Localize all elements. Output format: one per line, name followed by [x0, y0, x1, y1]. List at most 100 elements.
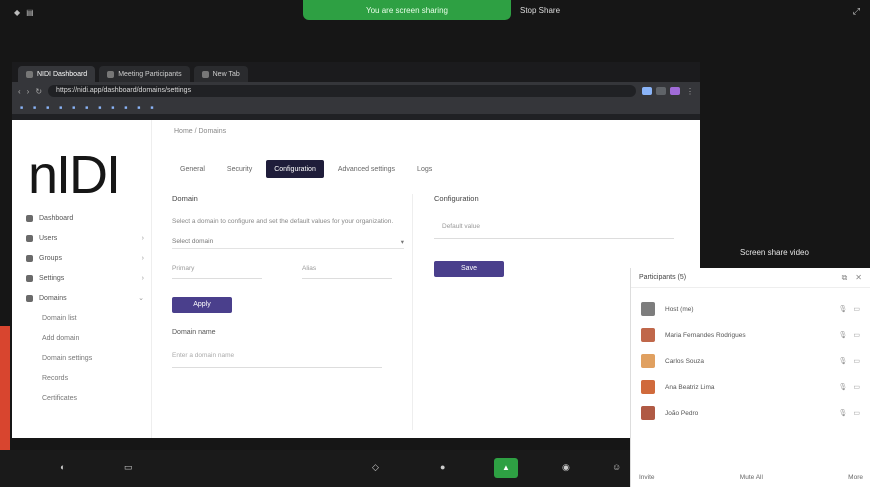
close-icon[interactable]: ✕ — [855, 273, 862, 283]
shield-icon[interactable]: ◆ — [14, 8, 20, 17]
sidebar-subitem[interactable]: Certificates — [26, 388, 144, 408]
list-item[interactable]: Maria Fernandes Rodrigues 🎙 ▭ — [631, 322, 870, 348]
sidebar-item-groups[interactable]: Groups › — [26, 248, 144, 268]
sidebar-item-users[interactable]: Users › — [26, 228, 144, 248]
camera-icon[interactable]: ▭ — [853, 357, 860, 365]
record-icon[interactable]: ◉ — [562, 462, 570, 473]
tab-security[interactable]: Security — [219, 160, 260, 178]
primary-field[interactable]: Primary — [172, 265, 262, 279]
browser-tab-label: New Tab — [212, 70, 240, 78]
extensions-area — [642, 87, 680, 95]
participant-name: Ana Beatriz Lima — [665, 383, 715, 391]
meeting-screen: ◆ ▤ You are screen sharing Stop Share ⤢ … — [0, 0, 870, 487]
browser-tab[interactable]: Meeting Participants — [99, 66, 190, 82]
bookmark-item[interactable] — [150, 104, 153, 111]
browser-tab-label: NIDI Dashboard — [37, 70, 88, 78]
avatar — [641, 328, 655, 342]
sidebar-item-settings[interactable]: Settings › — [26, 268, 144, 288]
stop-share-button[interactable]: Stop Share — [520, 6, 560, 15]
bookmark-item[interactable] — [124, 104, 127, 111]
list-item[interactable]: Carlos Souza 🎙 ▭ — [631, 348, 870, 374]
forward-icon[interactable]: › — [27, 87, 30, 96]
participants-panel: Participants (5) ⧉ ✕ Host (me) 🎙 ▭ Maria F… — [630, 268, 870, 487]
breadcrumb[interactable]: Home / Domains — [174, 128, 226, 135]
sidebar-subitem[interactable]: Domain list — [26, 308, 144, 328]
avatar — [641, 406, 655, 420]
apply-button[interactable]: Apply — [172, 297, 232, 313]
bookmark-item[interactable] — [85, 104, 88, 111]
bookmark-item[interactable] — [72, 104, 75, 111]
tab-logs[interactable]: Logs — [409, 160, 440, 178]
list-item[interactable]: Host (me) 🎙 ▭ — [631, 296, 870, 322]
view-icon[interactable]: ▤ — [26, 8, 34, 17]
sidebar-item-domains[interactable]: Domains ⌄ — [26, 288, 144, 308]
security-icon[interactable]: ◇ — [372, 462, 379, 473]
browser-tab[interactable]: NIDI Dashboard — [18, 66, 96, 82]
tab-general[interactable]: General — [172, 160, 213, 178]
participants-icon[interactable]: ● — [440, 462, 445, 472]
tab-advanced-settings[interactable]: Advanced settings — [330, 160, 403, 178]
bookmark-item[interactable] — [111, 104, 114, 111]
domain-select[interactable]: Select domain ▾ — [172, 235, 404, 249]
tab-configuration[interactable]: Configuration — [266, 160, 324, 178]
sidebar-item-label: Users — [39, 234, 58, 242]
alias-field[interactable]: Alias — [302, 265, 392, 279]
bookmark-item[interactable] — [137, 104, 140, 111]
camera-icon[interactable]: ▭ — [853, 331, 860, 339]
microphone-icon[interactable]: ◐ — [60, 462, 65, 472]
bookmark-item[interactable] — [33, 104, 36, 111]
camera-icon[interactable]: ▭ — [853, 383, 860, 391]
popout-icon[interactable]: ⧉ — [842, 273, 848, 283]
chevron-right-icon: › — [141, 274, 144, 282]
app-logo[interactable]: nIDI — [28, 148, 121, 202]
fullscreen-icon[interactable]: ⤢ — [853, 6, 860, 17]
mute-all-button[interactable]: Mute All — [740, 474, 763, 481]
meeting-toolbar: ◐ ▭ ◇ ● ▲ ◉ ☺ — [0, 450, 630, 487]
participant-name: João Pedro — [665, 409, 699, 417]
camera-icon[interactable]: ▭ — [853, 305, 860, 313]
reload-icon[interactable]: ↻ — [35, 87, 42, 96]
sidebar-item-label: Dashboard — [39, 214, 74, 222]
default-value-field[interactable]: Default value — [434, 223, 674, 239]
microphone-icon[interactable]: 🎙 — [838, 331, 847, 339]
dashboard-icon — [26, 214, 33, 222]
microphone-icon[interactable]: 🎙 — [838, 409, 847, 417]
back-icon[interactable]: ‹ — [18, 87, 21, 96]
bookmark-item[interactable] — [59, 104, 62, 111]
list-item[interactable]: Ana Beatriz Lima 🎙 ▭ — [631, 374, 870, 400]
extension-icon[interactable] — [670, 87, 680, 95]
section-title: Domain — [172, 194, 198, 203]
meeting-top-bar: ◆ ▤ You are screen sharing Stop Share ⤢ — [0, 0, 870, 24]
reactions-icon[interactable]: ☺ — [612, 462, 621, 472]
extension-icon[interactable] — [642, 87, 652, 95]
participants-title: Participants (5) — [639, 274, 687, 281]
microphone-icon[interactable]: 🎙 — [838, 305, 847, 313]
main-content: Home / Domains General Security Configur… — [152, 120, 700, 438]
bookmark-item[interactable] — [46, 104, 49, 111]
browser-tab[interactable]: New Tab — [193, 66, 248, 82]
save-button[interactable]: Save — [434, 261, 504, 277]
sidebar-subitem[interactable]: Add domain — [26, 328, 144, 348]
list-item[interactable]: João Pedro 🎙 ▭ — [631, 400, 870, 426]
more-button[interactable]: More — [848, 474, 863, 481]
favicon-icon — [201, 70, 209, 78]
video-camera-icon[interactable]: ▭ — [124, 462, 133, 473]
sidebar-subitem[interactable]: Domain settings — [26, 348, 144, 368]
sidebar-nav: Dashboard Users › Groups › Settings › Domai… — [26, 208, 144, 408]
microphone-icon[interactable]: 🎙 — [838, 357, 847, 365]
chevron-down-icon: ▾ — [400, 238, 404, 246]
sidebar-item-dashboard[interactable]: Dashboard — [26, 208, 144, 228]
extension-icon[interactable] — [656, 87, 666, 95]
microphone-icon[interactable]: 🎙 — [838, 383, 847, 391]
sidebar-subitem[interactable]: Records — [26, 368, 144, 388]
share-screen-button[interactable]: ▲ — [494, 458, 518, 478]
avatar — [641, 380, 655, 394]
bookmark-item[interactable] — [98, 104, 101, 111]
bookmark-item[interactable] — [20, 104, 23, 111]
screen-share-banner[interactable]: You are screen sharing — [303, 0, 511, 20]
invite-button[interactable]: Invite — [639, 474, 655, 481]
menu-icon[interactable]: ⋮ — [686, 87, 694, 96]
domain-name-input[interactable]: Enter a domain name — [172, 352, 382, 368]
url-input[interactable]: https://nidi.app/dashboard/domains/setti… — [48, 85, 636, 97]
camera-icon[interactable]: ▭ — [853, 409, 860, 417]
